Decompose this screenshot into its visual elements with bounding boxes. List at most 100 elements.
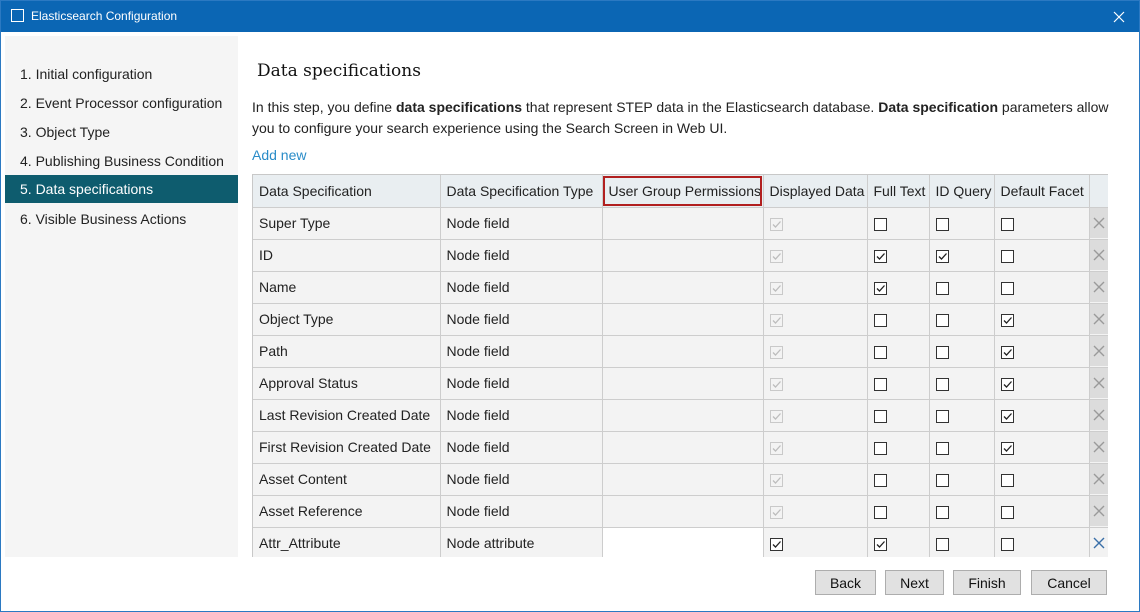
delete-row-button[interactable] bbox=[1089, 272, 1108, 302]
id-query-checkbox[interactable] bbox=[935, 313, 949, 327]
cell-user-group-permissions[interactable] bbox=[602, 271, 764, 304]
default-facet-checkbox[interactable] bbox=[1000, 313, 1014, 327]
default-facet-checkbox[interactable] bbox=[1000, 441, 1014, 455]
step-event-processor-configuration[interactable]: 2. Event Processor configuration bbox=[5, 89, 238, 117]
full-text-checkbox[interactable] bbox=[873, 249, 887, 263]
id-query-checkbox[interactable] bbox=[935, 377, 949, 391]
checkmark-icon bbox=[772, 220, 781, 228]
add-new-link[interactable]: Add new bbox=[252, 147, 306, 163]
delete-row-button[interactable] bbox=[1089, 368, 1108, 398]
cancel-button[interactable]: Cancel bbox=[1031, 570, 1107, 595]
displayed-data-checkbox[interactable] bbox=[769, 537, 783, 551]
step-publishing-business-condition[interactable]: 4. Publishing Business Condition bbox=[5, 147, 238, 175]
default-facet-checkbox[interactable] bbox=[1000, 505, 1014, 519]
table-row[interactable]: ID Node field bbox=[253, 239, 1108, 272]
full-text-checkbox[interactable] bbox=[873, 313, 887, 327]
id-query-checkbox[interactable] bbox=[935, 409, 949, 423]
table-row[interactable]: Last Revision Created Date Node field bbox=[253, 399, 1108, 432]
cell-displayed-data bbox=[763, 367, 868, 400]
default-facet-checkbox[interactable] bbox=[1000, 409, 1014, 423]
cell-id-query bbox=[929, 463, 995, 496]
cell-id-query bbox=[929, 367, 995, 400]
delete-icon bbox=[1093, 409, 1105, 421]
column-header-displayed-data[interactable]: Displayed Data bbox=[763, 175, 868, 208]
steps-sidebar: 1. Initial configuration 2. Event Proces… bbox=[5, 36, 238, 557]
column-header-default-facet[interactable]: Default Facet bbox=[994, 175, 1090, 208]
delete-row-button[interactable] bbox=[1089, 240, 1108, 270]
delete-row-button[interactable] bbox=[1089, 304, 1108, 334]
default-facet-checkbox[interactable] bbox=[1000, 281, 1014, 295]
cell-delete bbox=[1089, 271, 1108, 304]
id-query-checkbox[interactable] bbox=[935, 249, 949, 263]
id-query-checkbox[interactable] bbox=[935, 281, 949, 295]
step-visible-business-actions[interactable]: 6. Visible Business Actions bbox=[5, 205, 238, 233]
back-button[interactable]: Back bbox=[815, 570, 876, 595]
cell-user-group-permissions[interactable] bbox=[602, 239, 764, 272]
table-row[interactable]: Super Type Node field bbox=[253, 207, 1108, 240]
cell-user-group-permissions[interactable] bbox=[602, 303, 764, 336]
table-row[interactable]: Attr_Attribute Node attribute bbox=[253, 527, 1108, 557]
cell-user-group-permissions[interactable] bbox=[602, 335, 764, 368]
close-button[interactable] bbox=[1099, 1, 1139, 32]
id-query-checkbox[interactable] bbox=[935, 473, 949, 487]
step-initial-configuration[interactable]: 1. Initial configuration bbox=[5, 60, 238, 88]
full-text-checkbox[interactable] bbox=[873, 441, 887, 455]
delete-row-button[interactable] bbox=[1089, 208, 1108, 238]
cell-user-group-permissions[interactable] bbox=[602, 367, 764, 400]
table-row[interactable]: Approval Status Node field bbox=[253, 367, 1108, 400]
step-data-specifications[interactable]: 5. Data specifications bbox=[5, 175, 238, 203]
step-object-type[interactable]: 3. Object Type bbox=[5, 118, 238, 146]
cell-user-group-permissions[interactable] bbox=[602, 399, 764, 432]
cell-displayed-data bbox=[763, 207, 868, 240]
finish-button[interactable]: Finish bbox=[953, 570, 1021, 595]
delete-row-button[interactable] bbox=[1089, 496, 1108, 526]
cell-user-group-permissions[interactable] bbox=[602, 207, 764, 240]
full-text-checkbox[interactable] bbox=[873, 377, 887, 391]
default-facet-checkbox[interactable] bbox=[1000, 249, 1014, 263]
default-facet-checkbox[interactable] bbox=[1000, 377, 1014, 391]
cell-data-specification: Name bbox=[253, 271, 441, 304]
delete-row-button[interactable] bbox=[1089, 432, 1108, 462]
full-text-checkbox[interactable] bbox=[873, 281, 887, 295]
table-row[interactable]: Path Node field bbox=[253, 335, 1108, 368]
cell-user-group-permissions[interactable] bbox=[602, 463, 764, 496]
default-facet-checkbox[interactable] bbox=[1000, 217, 1014, 231]
cell-id-query bbox=[929, 495, 995, 528]
id-query-checkbox[interactable] bbox=[935, 217, 949, 231]
delete-row-button[interactable] bbox=[1089, 400, 1108, 430]
delete-row-button[interactable] bbox=[1089, 464, 1108, 494]
table-row[interactable]: Name Node field bbox=[253, 271, 1108, 304]
default-facet-checkbox[interactable] bbox=[1000, 345, 1014, 359]
column-header-full-text[interactable]: Full Text bbox=[867, 175, 930, 208]
checkmark-icon bbox=[772, 348, 781, 356]
table-row[interactable]: First Revision Created Date Node field bbox=[253, 431, 1108, 464]
cell-displayed-data bbox=[763, 271, 868, 304]
id-query-checkbox[interactable] bbox=[935, 345, 949, 359]
full-text-checkbox[interactable] bbox=[873, 505, 887, 519]
next-button[interactable]: Next bbox=[885, 570, 944, 595]
full-text-checkbox[interactable] bbox=[873, 345, 887, 359]
table-row[interactable]: Asset Reference Node field bbox=[253, 495, 1108, 528]
table-row[interactable]: Asset Content Node field bbox=[253, 463, 1108, 496]
full-text-checkbox[interactable] bbox=[873, 473, 887, 487]
cell-user-group-permissions[interactable] bbox=[602, 495, 764, 528]
id-query-checkbox[interactable] bbox=[935, 441, 949, 455]
full-text-checkbox[interactable] bbox=[873, 409, 887, 423]
table-row[interactable]: Object Type Node field bbox=[253, 303, 1108, 336]
delete-row-button[interactable] bbox=[1089, 336, 1108, 366]
column-header-data-specification[interactable]: Data Specification bbox=[253, 175, 441, 208]
full-text-checkbox[interactable] bbox=[873, 217, 887, 231]
cell-user-group-permissions[interactable] bbox=[602, 527, 764, 557]
id-query-checkbox[interactable] bbox=[935, 505, 949, 519]
column-header-user-group-permissions[interactable]: User Group Permissions bbox=[602, 175, 764, 208]
default-facet-checkbox[interactable] bbox=[1000, 473, 1014, 487]
displayed-data-checkbox bbox=[769, 313, 783, 327]
cell-data-specification-type: Node field bbox=[440, 207, 603, 240]
cell-user-group-permissions[interactable] bbox=[602, 431, 764, 464]
delete-row-button[interactable] bbox=[1089, 528, 1108, 557]
full-text-checkbox[interactable] bbox=[873, 537, 887, 551]
column-header-id-query[interactable]: ID Query bbox=[929, 175, 995, 208]
column-header-data-specification-type[interactable]: Data Specification Type bbox=[440, 175, 603, 208]
default-facet-checkbox[interactable] bbox=[1000, 537, 1014, 551]
id-query-checkbox[interactable] bbox=[935, 537, 949, 551]
